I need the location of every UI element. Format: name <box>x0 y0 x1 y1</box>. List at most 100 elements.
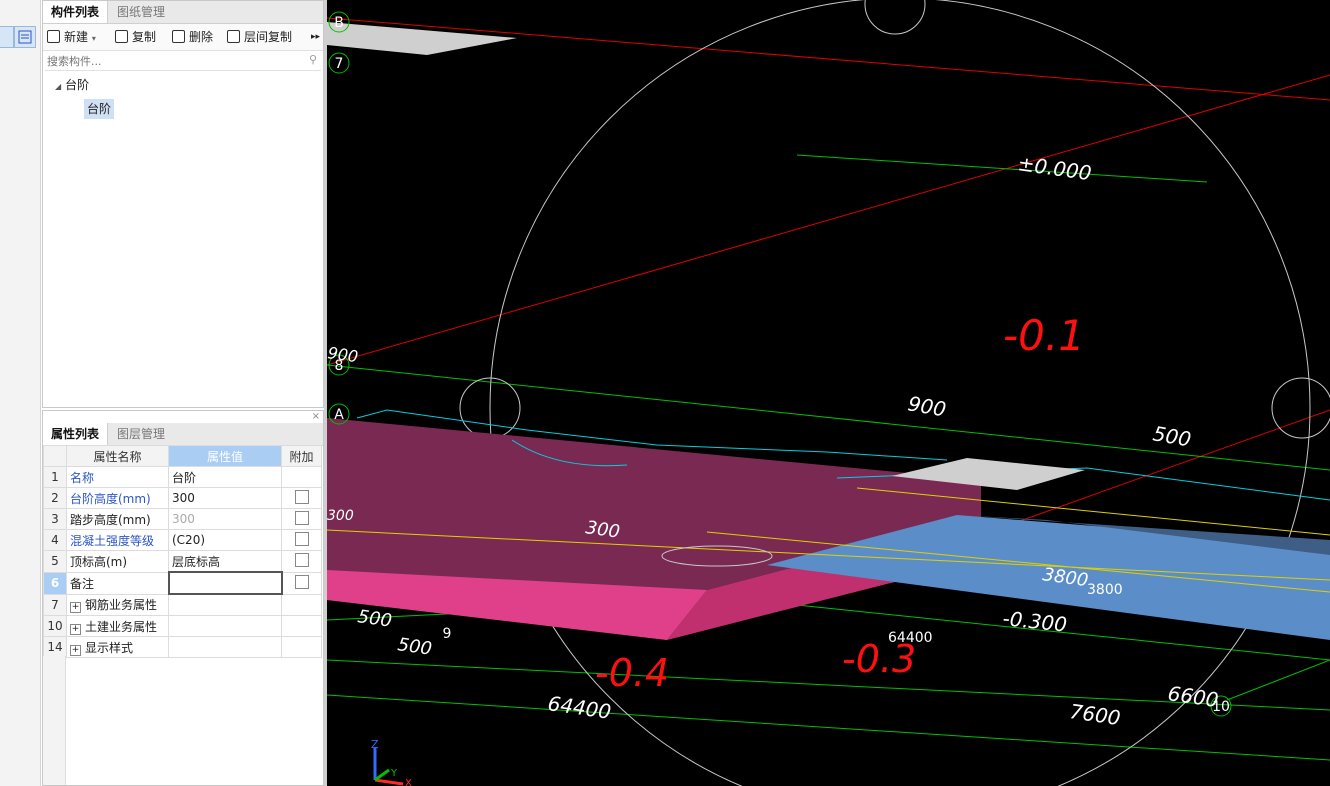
tree-category[interactable]: ◢ 台阶 <box>55 75 89 95</box>
axis-badge-7[interactable]: 7 <box>328 52 350 74</box>
orbit-handle-top[interactable] <box>864 0 926 35</box>
expand-icon[interactable]: + <box>70 602 81 614</box>
table-row-group[interactable]: 14 + 显示样式 <box>43 636 322 658</box>
tab-component-list[interactable]: 构件列表 <box>43 1 109 23</box>
tree-item-selected[interactable]: 台阶 <box>84 99 115 119</box>
prop-value[interactable]: 300 <box>168 487 282 509</box>
axis-line <box>327 74 1330 366</box>
axis-badge-9[interactable]: 9 <box>443 626 452 642</box>
extra-checkbox[interactable] <box>294 574 309 589</box>
dimension-text: 500 <box>356 606 393 632</box>
svg-text:Z: Z <box>371 738 379 751</box>
component-list-panel: 构件列表 图纸管理 新建 ▾ 复制 删除 层间复制 ▸▸ ⚲ ◢台阶 台阶 <box>42 0 324 408</box>
prop-value[interactable]: 层底标高 <box>168 550 282 573</box>
properties-tabbar: 属性列表 图层管理 <box>43 423 323 446</box>
row-gutter <box>43 656 66 785</box>
tab-layer-manage[interactable]: 图层管理 <box>109 423 173 445</box>
axis-line <box>327 17 1330 101</box>
new-icon <box>47 30 60 43</box>
handwritten-note: -0.1 <box>1003 311 1085 360</box>
extra-checkbox[interactable] <box>294 510 309 525</box>
table-row-active[interactable]: 6 备注 <box>43 571 322 595</box>
axis-badge-A[interactable]: A <box>328 403 350 425</box>
component-toolbar: 新建 ▾ 复制 删除 层间复制 ▸▸ <box>43 24 323 51</box>
list-icon[interactable] <box>0 26 14 48</box>
copy-icon <box>115 30 128 43</box>
table-row[interactable]: 2 台阶高度(mm) 300 <box>43 487 322 509</box>
dimension-text: 500 <box>396 634 433 660</box>
extra-checkbox[interactable] <box>294 489 309 504</box>
floor-copy-button[interactable]: 层间复制 <box>227 27 292 47</box>
prop-value-editing[interactable] <box>167 571 283 595</box>
col-header-value[interactable]: 属性值 <box>168 445 282 467</box>
axis-badge-B[interactable]: B <box>328 11 350 33</box>
properties-panel: × 属性列表 图层管理 属性名称 属性值 附加 1 名称 台阶 2 台阶高度(m… <box>42 410 324 786</box>
group-name: 显示样式 <box>85 640 134 655</box>
search-icon[interactable]: ⚲ <box>309 53 317 66</box>
search-bar: ⚲ <box>45 52 321 71</box>
grid-line <box>1226 659 1330 701</box>
properties-icon[interactable] <box>14 26 36 48</box>
tab-property-list[interactable]: 属性列表 <box>43 423 109 445</box>
col-header-extra[interactable]: 附加 <box>281 445 322 467</box>
axis-triad: Z Y X <box>371 738 412 786</box>
trash-icon <box>172 30 185 43</box>
component-tabbar: 构件列表 图纸管理 <box>43 1 323 24</box>
svg-text:9: 9 <box>443 626 452 642</box>
extra-checkbox[interactable] <box>294 531 309 546</box>
triangle-down-icon[interactable]: ◢ <box>55 82 61 91</box>
dimension-text: 900 <box>327 343 359 366</box>
prop-value[interactable]: (C20) <box>168 529 282 551</box>
dimension-text: -0.300 <box>1001 606 1068 637</box>
table-row[interactable]: 5 顶标高(m) 层底标高 <box>43 550 322 573</box>
dimension-text: ±0.000 <box>1016 151 1093 185</box>
table-row-group[interactable]: 10 + 土建业务属性 <box>43 615 322 637</box>
dimension-text: 64400 <box>546 691 612 724</box>
prop-name: 踏步高度(mm) <box>66 508 169 530</box>
prop-value[interactable]: 300 <box>168 508 282 530</box>
more-icon[interactable]: ▸▸ <box>311 27 320 47</box>
table-row-group[interactable]: 7 + 钢筋业务属性 <box>43 593 322 616</box>
floor-copy-icon <box>227 30 240 43</box>
dimension-text: 300 <box>327 508 354 524</box>
col-header-name[interactable]: 属性名称 <box>66 445 169 467</box>
expand-icon[interactable]: + <box>70 644 81 656</box>
group-name: 土建业务属性 <box>85 619 158 634</box>
chevron-down-icon[interactable]: ▾ <box>92 34 96 43</box>
dimension-text: 6600 <box>1166 681 1220 712</box>
svg-text:A: A <box>334 407 344 423</box>
prop-name: 备注 <box>66 571 169 595</box>
svg-text:X: X <box>405 778 412 786</box>
prop-name: 名称 <box>66 466 169 488</box>
table-row[interactable]: 3 踏步高度(mm) 300 <box>43 508 322 530</box>
table-header: 属性名称 属性值 附加 <box>43 445 322 467</box>
extra-checkbox[interactable] <box>294 552 309 567</box>
table-row[interactable]: 1 名称 台阶 <box>43 466 322 488</box>
cad-3d-viewport[interactable]: B 7 8 A 9 10 ±0.000 900 500 300 3800 380… <box>327 0 1330 786</box>
handwritten-note: -0.3 <box>842 637 916 681</box>
prop-value[interactable]: 台阶 <box>168 466 282 488</box>
svg-text:Y: Y <box>390 768 398 779</box>
copy-button[interactable]: 复制 <box>115 27 156 47</box>
svg-text:B: B <box>334 15 344 31</box>
delete-button[interactable]: 删除 <box>172 27 213 47</box>
new-button[interactable]: 新建 ▾ <box>47 27 96 47</box>
dimension-text: 900 <box>906 391 948 421</box>
prop-name: 混凝土强度等级 <box>66 529 169 551</box>
expand-icon[interactable]: + <box>70 623 81 635</box>
left-toolbar-strip <box>0 0 41 786</box>
search-input[interactable] <box>45 52 289 70</box>
tab-drawing-manage[interactable]: 图纸管理 <box>109 1 173 23</box>
handwritten-note: -0.4 <box>595 651 669 695</box>
dimension-text: 3800 <box>1087 582 1123 598</box>
viewport-drawing: B 7 8 A 9 10 ±0.000 900 500 300 3800 380… <box>327 0 1330 786</box>
group-name: 钢筋业务属性 <box>85 598 158 613</box>
dimension-text: 500 <box>1151 421 1193 451</box>
dimension-text: 7600 <box>1068 699 1122 730</box>
close-icon[interactable]: × <box>312 411 320 422</box>
svg-text:7: 7 <box>335 56 344 72</box>
property-table: 属性名称 属性值 附加 1 名称 台阶 2 台阶高度(mm) 300 3 踏步高… <box>43 445 322 658</box>
orbit-handle-right[interactable] <box>1271 377 1330 439</box>
table-row[interactable]: 4 混凝土强度等级 (C20) <box>43 529 322 551</box>
grid-line <box>796 154 1208 183</box>
